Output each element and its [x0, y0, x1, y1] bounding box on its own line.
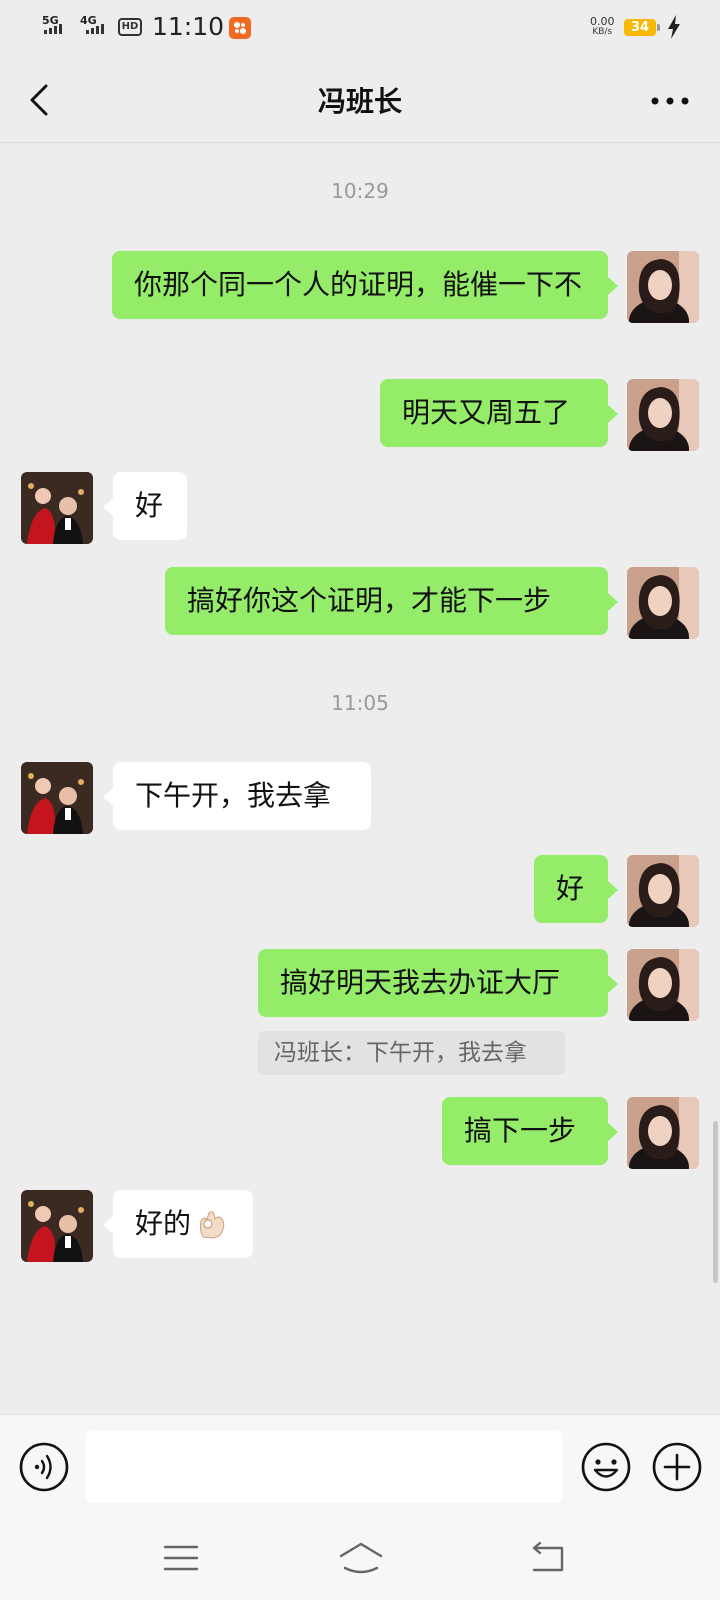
my-avatar[interactable] [627, 379, 699, 451]
message-bubble-sent[interactable]: 你那个同一个人的证明，能催一下不 [112, 251, 618, 319]
plus-icon [652, 1442, 702, 1492]
more-dots-icon [651, 97, 689, 105]
recent-apps-button[interactable] [159, 1536, 203, 1580]
message-bubble-received[interactable]: 好的 [103, 1190, 253, 1258]
voice-icon [19, 1442, 69, 1492]
hd-voice-badge: HD [118, 18, 142, 36]
message-bubble-sent[interactable]: 搞好你这个证明，才能下一步 [165, 567, 618, 635]
signal-bars-icon [44, 24, 62, 34]
ok-hand-emoji-icon [199, 1211, 225, 1239]
more-button[interactable] [648, 86, 692, 116]
chat-title: 冯班长 [317, 85, 402, 118]
status-time: 11:10 [152, 12, 225, 41]
contact-avatar[interactable] [21, 472, 93, 544]
message-list[interactable]: 10:29 你那个同一个人的证明，能催一下不 明天又周五了 好 搞好你这个证明，… [0, 143, 720, 1413]
app-notification-icon [229, 17, 251, 39]
menu-icon [163, 1545, 199, 1571]
quoted-message[interactable]: 冯班长：下午开，我去拿 [258, 1031, 565, 1075]
my-avatar[interactable] [627, 855, 699, 927]
home-icon [339, 1542, 383, 1574]
chat-header: 冯班长 [0, 56, 720, 143]
contact-avatar[interactable] [21, 762, 93, 834]
my-avatar[interactable] [627, 1097, 699, 1169]
message-bubble-sent[interactable]: 明天又周五了 [380, 379, 618, 447]
back-nav-button[interactable] [526, 1536, 570, 1580]
signal-bars-icon [86, 24, 104, 34]
message-bubble-sent[interactable]: 搞下一步 [442, 1097, 618, 1165]
home-button[interactable] [337, 1536, 385, 1580]
contact-avatar[interactable] [21, 1190, 93, 1262]
message-bubble-sent[interactable]: 搞好明天我去办证大厅 [258, 949, 618, 1017]
timestamp: 11:05 [331, 691, 389, 715]
more-functions-button[interactable] [651, 1441, 703, 1493]
my-avatar[interactable] [627, 949, 699, 1021]
speed-unit: KB/s [592, 27, 613, 37]
scrollbar-thumb[interactable] [713, 1121, 718, 1283]
message-bubble-received[interactable]: 好 [103, 472, 187, 540]
message-bubble-sent[interactable]: 好 [534, 855, 618, 923]
system-navigation-bar [0, 1518, 720, 1600]
emoji-icon [581, 1442, 631, 1492]
message-input[interactable] [86, 1431, 562, 1503]
emoji-button[interactable] [580, 1441, 632, 1493]
input-bar [0, 1414, 720, 1519]
charging-bolt-icon [668, 15, 680, 39]
voice-button[interactable] [18, 1441, 70, 1493]
my-avatar[interactable] [627, 567, 699, 639]
speed-value: 0.00 [590, 15, 615, 28]
battery-tip [657, 24, 660, 31]
network-speed: 0.00 KB/s [590, 16, 615, 38]
timestamp: 10:29 [331, 179, 389, 203]
message-bubble-received[interactable]: 下午开，我去拿 [103, 762, 371, 830]
battery-indicator: 34 [624, 19, 656, 36]
back-arrow-icon [532, 1541, 564, 1572]
status-bar: 5G 4G HD 11:10 0.00 KB/s 34 [0, 0, 720, 56]
my-avatar[interactable] [627, 251, 699, 323]
message-text: 好的 [135, 1207, 192, 1240]
